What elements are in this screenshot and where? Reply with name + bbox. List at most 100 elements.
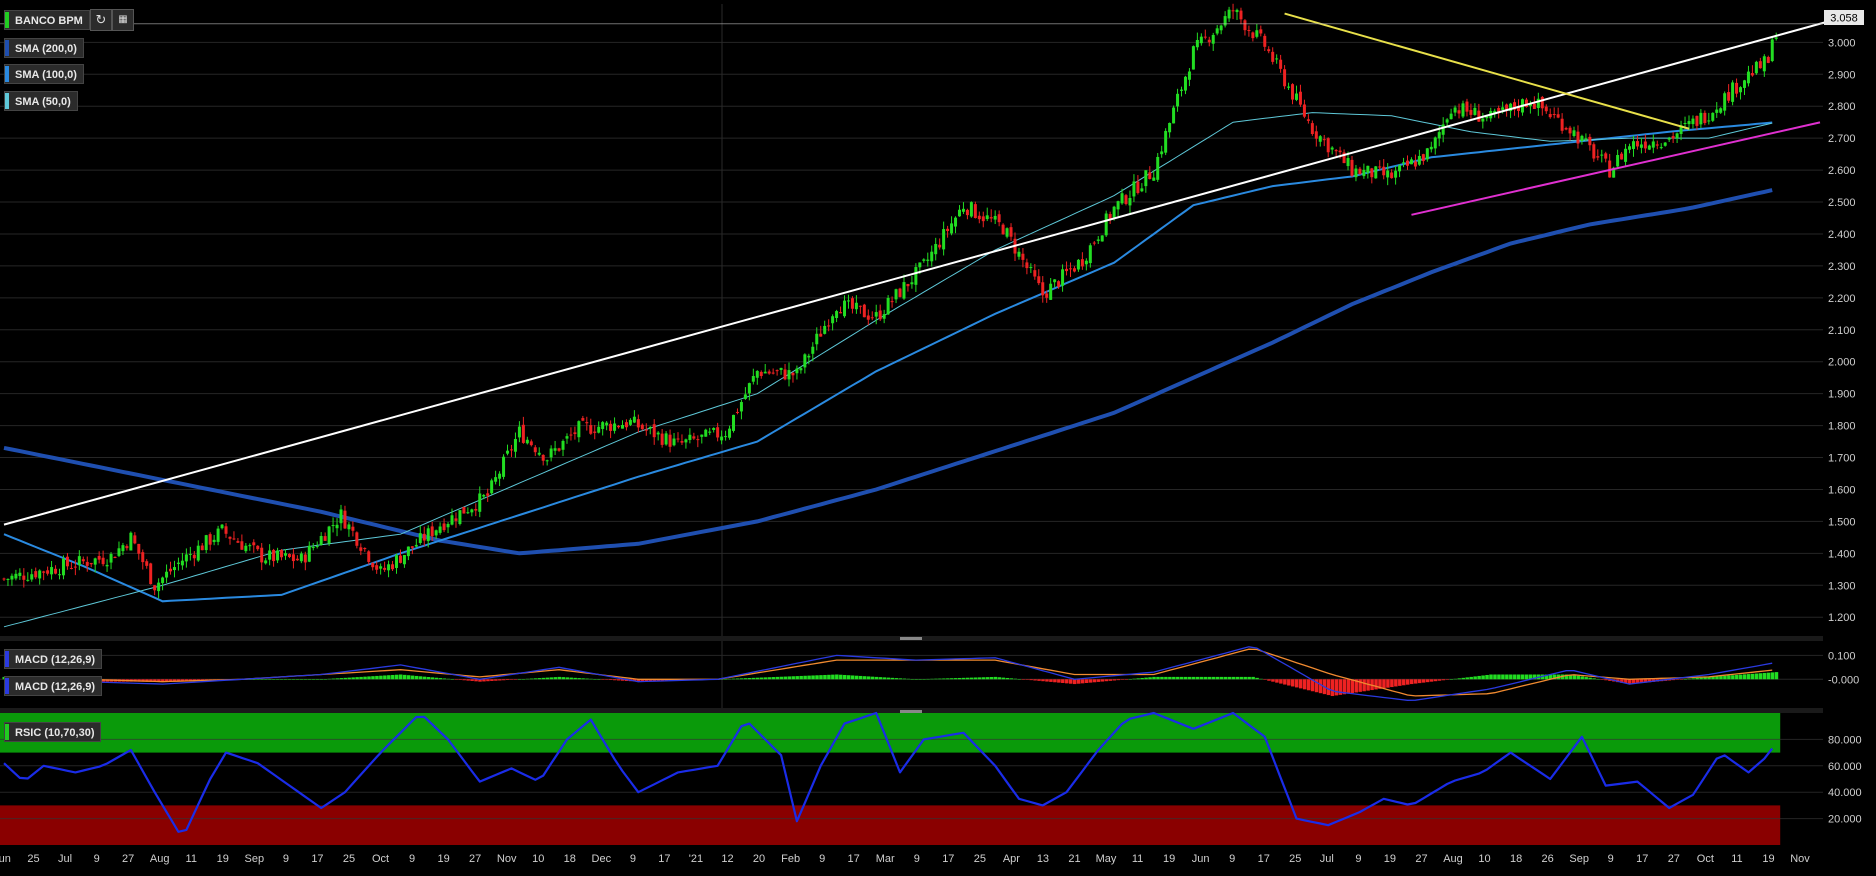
candle-body — [517, 426, 521, 438]
candle-body — [307, 545, 311, 562]
macd-histogram-bar — [787, 676, 792, 680]
macd-tag-a[interactable]: MACD (12,26,9) — [4, 649, 103, 669]
candle-body — [569, 434, 573, 436]
x-tick-label: Aug — [150, 853, 170, 865]
calendar-icon[interactable]: ▦ — [112, 9, 134, 31]
x-tick-label: 17 — [658, 853, 670, 865]
macd-histogram-bar — [1520, 674, 1525, 680]
x-tick-label: '21 — [689, 853, 703, 865]
candle-body — [176, 562, 180, 564]
candle-body — [922, 259, 926, 261]
macd-histogram-bar — [1524, 674, 1529, 680]
candle-body — [1663, 142, 1667, 146]
y-tick-label: 2.300 — [1828, 261, 1856, 273]
x-tick-label: 26 — [1542, 853, 1554, 865]
macd-histogram-bar — [1223, 676, 1228, 680]
candle-body — [835, 311, 839, 319]
candle-body — [327, 526, 331, 544]
macd-histogram-bar — [1096, 679, 1101, 682]
candle-body — [482, 494, 486, 497]
macd-histogram-bar — [454, 679, 458, 680]
candle-body — [506, 450, 510, 454]
candle-body — [672, 438, 676, 446]
candle-body — [335, 524, 339, 529]
x-tick-label: 17 — [848, 853, 860, 865]
macd-histogram-bar — [1774, 672, 1779, 680]
splitter-handle[interactable] — [900, 710, 922, 713]
candle-body — [1287, 86, 1291, 88]
candle-body — [141, 552, 145, 563]
macd-tag-b[interactable]: MACD (12,26,9) — [4, 676, 103, 696]
splitter-handle[interactable] — [900, 637, 922, 640]
candle-body — [184, 554, 188, 562]
macd-histogram-bar — [1057, 679, 1061, 683]
rsi-y-tick-label: 80.000 — [1828, 734, 1862, 746]
macd-histogram-bar — [593, 679, 597, 680]
candle-body — [474, 508, 478, 511]
candle-body — [1072, 268, 1076, 272]
candle-body — [1199, 36, 1203, 44]
macd-histogram-bar — [1068, 679, 1073, 684]
macd-histogram-bar — [922, 679, 926, 680]
candle-body — [1449, 113, 1453, 120]
macd-histogram-bar — [811, 675, 815, 680]
macd-histogram-bar — [791, 676, 795, 680]
macd-histogram-bar — [1398, 679, 1402, 686]
candle-body — [490, 480, 494, 494]
macd-histogram-bar — [398, 674, 403, 680]
candle-body — [129, 532, 133, 551]
instrument-tag[interactable]: BANCO BPM — [4, 10, 90, 30]
candle-body — [1152, 177, 1156, 181]
macd-histogram-bar — [529, 678, 534, 680]
candle-body — [1667, 138, 1671, 140]
macd-histogram-bar — [1156, 676, 1160, 680]
macd-histogram-bar — [954, 678, 958, 680]
candle-body — [977, 215, 981, 220]
candle-body — [819, 333, 823, 337]
candle-body — [894, 289, 898, 300]
candle-body — [149, 563, 153, 585]
x-tick-label: 9 — [1608, 853, 1614, 865]
macd-histogram-bar — [391, 674, 395, 680]
x-tick-label: 18 — [564, 853, 576, 865]
macd-histogram-bar — [1235, 676, 1240, 680]
candle-body — [81, 559, 85, 562]
candle-body — [930, 251, 934, 262]
candle-body — [644, 429, 648, 431]
sma200-tag[interactable]: SMA (200,0) — [4, 38, 84, 58]
x-tick-label: 25 — [1289, 853, 1301, 865]
x-tick-label: 19 — [217, 853, 229, 865]
x-tick-label: Oct — [1697, 853, 1714, 865]
rsi-tag[interactable]: RSIC (10,70,30) — [4, 722, 102, 742]
candle-body — [371, 563, 375, 568]
macd-histogram-bar — [371, 676, 375, 680]
macd-histogram-bar — [494, 679, 498, 681]
macd-histogram-bar — [299, 679, 304, 680]
candle-body — [613, 423, 617, 431]
candle-body — [601, 422, 605, 429]
sma50-tag[interactable]: SMA (50,0) — [4, 91, 78, 111]
refresh-icon[interactable]: ↻ — [90, 9, 112, 31]
sma100-tag[interactable]: SMA (100,0) — [4, 64, 84, 84]
macd-histogram-bar — [438, 678, 443, 680]
candle-body — [1715, 109, 1719, 113]
candle-body — [1580, 135, 1584, 141]
macd-histogram-bar — [395, 674, 399, 680]
macd-histogram-bar — [1080, 679, 1085, 684]
macd-histogram-bar — [315, 679, 320, 680]
x-tick-label: 9 — [1355, 853, 1361, 865]
candle-body — [1624, 148, 1628, 162]
candle-body — [1247, 30, 1251, 32]
candle-body — [1318, 136, 1322, 142]
macd-histogram-bar — [1326, 679, 1331, 696]
candle-body — [1164, 130, 1168, 153]
macd-histogram-bar — [1754, 673, 1759, 680]
macd-histogram-bar — [573, 677, 577, 680]
candle-body — [1112, 206, 1116, 218]
macd-histogram-bar — [926, 678, 930, 680]
candle-body — [918, 262, 922, 268]
x-tick-label: 25 — [974, 853, 986, 865]
macd-histogram-bar — [1509, 674, 1513, 680]
macd-histogram-bar — [597, 679, 601, 680]
macd-histogram-bar — [1009, 678, 1014, 680]
